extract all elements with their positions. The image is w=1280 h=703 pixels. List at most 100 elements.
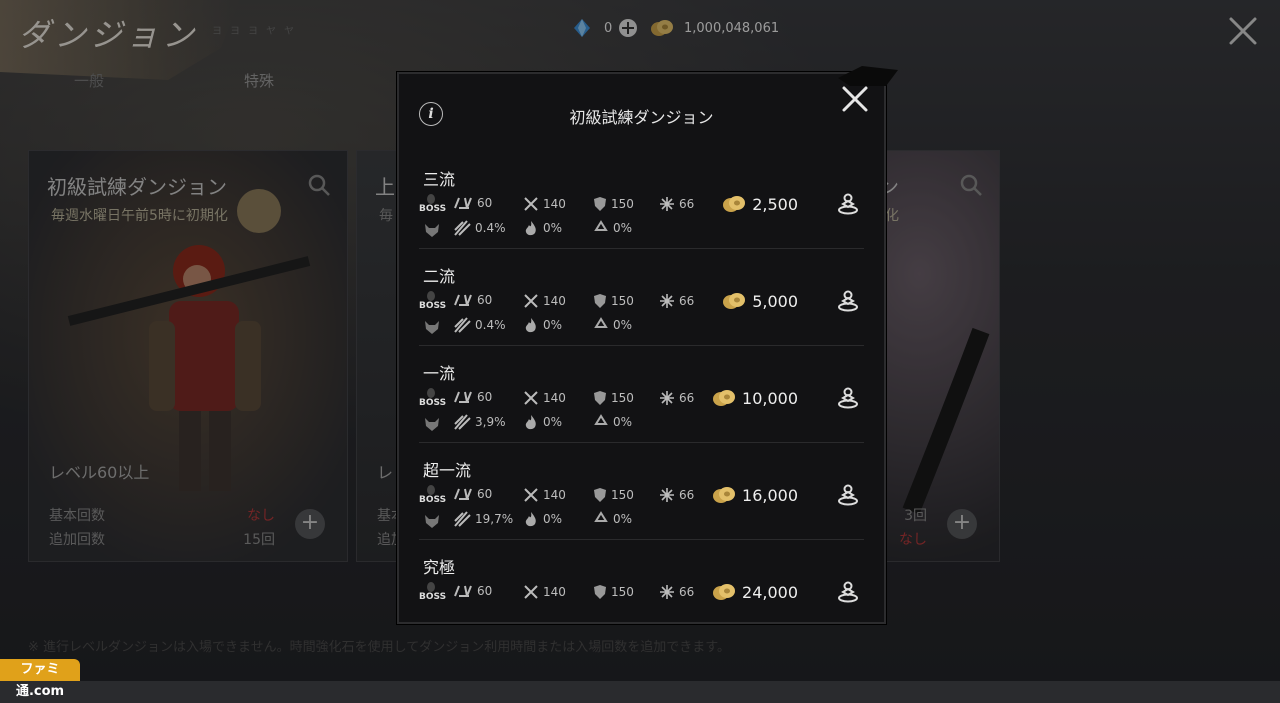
modal-header: i 初級試練ダンジョン: [399, 74, 884, 150]
boss-icon: BOSS: [419, 194, 446, 214]
defense-stat: 150: [593, 487, 634, 503]
attack-stat: 140: [523, 390, 566, 406]
gold-coin-icon: [723, 196, 746, 212]
enter-dungeon-icon[interactable]: [836, 580, 860, 604]
accuracy-stat: 66: [659, 293, 694, 309]
demon-icon: [425, 321, 439, 334]
attack-icon: [524, 488, 538, 502]
gold-coin-icon: [713, 584, 736, 600]
boss-icon: BOSS: [419, 291, 446, 311]
difficulty-row[interactable]: 一流 BOSS 60 140 150 66 3,9% 0% 0% 10,000: [419, 346, 864, 443]
burn-stat: 0%: [523, 414, 562, 430]
defense-stat: 150: [593, 293, 634, 309]
attack-icon: [524, 197, 538, 211]
attack-stat: 140: [523, 293, 566, 309]
gold-coin-icon: [723, 293, 746, 309]
boss-icon: BOSS: [419, 582, 446, 602]
defense-stat: 150: [593, 390, 634, 406]
fire-icon: [525, 318, 536, 333]
difficulty-row[interactable]: 二流 BOSS 60 140 150 66 0.4% 0% 0% 5,000: [419, 249, 864, 346]
claw-icon: [454, 220, 471, 236]
recovery-stat: 0%: [593, 220, 632, 236]
level-icon: [454, 585, 472, 597]
claw-icon: [454, 511, 471, 527]
enter-dungeon-icon[interactable]: [836, 192, 860, 216]
level-stat: 60: [453, 584, 492, 598]
attack-icon: [524, 294, 538, 308]
fire-icon: [525, 415, 536, 430]
shield-icon: [594, 294, 606, 308]
level-icon: [454, 294, 472, 306]
level-stat: 60: [453, 390, 492, 404]
attack-stat: 140: [523, 487, 566, 503]
recycle-icon: [594, 220, 608, 231]
difficulty-name: 三流: [423, 170, 456, 189]
recycle-icon: [594, 317, 608, 328]
fire-icon: [525, 221, 536, 236]
gold-coin-icon: [713, 487, 736, 503]
level-stat: 60: [453, 196, 492, 210]
watermark-logo: ファミ通.com: [0, 659, 80, 699]
modal-title: 初級試練ダンジョン: [569, 108, 714, 127]
defense-stat: 150: [593, 584, 634, 600]
demon-icon: [425, 224, 439, 237]
gold-reward: 10,000: [712, 388, 798, 408]
enter-dungeon-icon[interactable]: [836, 289, 860, 313]
level-icon: [454, 197, 472, 209]
accuracy-stat: 66: [659, 196, 694, 212]
crit-stat: 19,7%: [453, 511, 513, 527]
difficulty-name: 超一流: [423, 461, 472, 480]
attack-stat: 140: [523, 584, 566, 600]
shield-icon: [594, 391, 606, 405]
attack-icon: [524, 585, 538, 599]
attack-icon: [524, 391, 538, 405]
difficulty-row[interactable]: 三流 BOSS 60 140 150 66 0.4% 0% 0% 2,500: [419, 152, 864, 249]
accuracy-icon: [660, 294, 674, 308]
dungeon-detail-modal: i 初級試練ダンジョン 三流 BOSS 60 140 150 66 0.4% 0…: [397, 66, 898, 624]
crit-stat: 0.4%: [453, 317, 506, 333]
enter-dungeon-icon[interactable]: [836, 483, 860, 507]
shield-icon: [594, 197, 606, 211]
crit-stat: 3,9%: [453, 414, 506, 430]
accuracy-icon: [660, 488, 674, 502]
demon-icon: [425, 515, 439, 528]
shield-icon: [594, 585, 606, 599]
gold-reward: 2,500: [722, 194, 798, 214]
claw-icon: [454, 317, 471, 333]
attack-stat: 140: [523, 196, 566, 212]
gold-reward: 5,000: [722, 291, 798, 311]
gold-coin-icon: [713, 390, 736, 406]
accuracy-stat: 66: [659, 390, 694, 406]
accuracy-icon: [660, 197, 674, 211]
claw-icon: [454, 414, 471, 430]
defense-stat: 150: [593, 196, 634, 212]
recycle-icon: [594, 414, 608, 425]
difficulty-name: 一流: [423, 364, 456, 383]
level-icon: [454, 391, 472, 403]
recovery-stat: 0%: [593, 414, 632, 430]
burn-stat: 0%: [523, 220, 562, 236]
level-icon: [454, 488, 472, 500]
accuracy-icon: [660, 391, 674, 405]
level-stat: 60: [453, 293, 492, 307]
shield-icon: [594, 488, 606, 502]
accuracy-stat: 66: [659, 487, 694, 503]
fire-icon: [525, 512, 536, 527]
close-icon[interactable]: [840, 84, 870, 114]
recovery-stat: 0%: [593, 511, 632, 527]
burn-stat: 0%: [523, 317, 562, 333]
gold-reward: 24,000: [712, 582, 798, 602]
demon-icon: [425, 418, 439, 431]
difficulty-row[interactable]: 超一流 BOSS 60 140 150 66 19,7% 0% 0% 16,00…: [419, 443, 864, 540]
boss-icon: BOSS: [419, 485, 446, 505]
crit-stat: 0.4%: [453, 220, 506, 236]
recycle-icon: [594, 511, 608, 522]
difficulty-list: 三流 BOSS 60 140 150 66 0.4% 0% 0% 2,500 二…: [419, 152, 864, 612]
boss-icon: BOSS: [419, 388, 446, 408]
level-stat: 60: [453, 487, 492, 501]
burn-stat: 0%: [523, 511, 562, 527]
gold-reward: 16,000: [712, 485, 798, 505]
enter-dungeon-icon[interactable]: [836, 386, 860, 410]
accuracy-icon: [660, 585, 674, 599]
difficulty-row[interactable]: 究極 BOSS 60 140 150 66 24,000: [419, 540, 864, 612]
